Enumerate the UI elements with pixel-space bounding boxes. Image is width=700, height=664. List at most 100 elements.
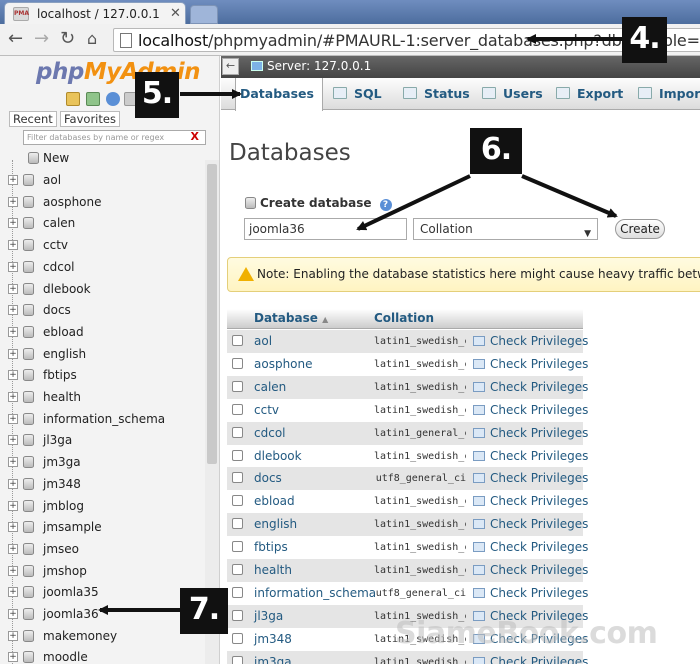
- expand-icon[interactable]: +: [8, 218, 18, 229]
- expand-icon[interactable]: +: [8, 175, 18, 185]
- check-privileges-link[interactable]: Check Privileges: [490, 517, 588, 531]
- tree-item-database[interactable]: + jmshop: [0, 561, 205, 581]
- database-link[interactable]: ebload: [254, 494, 295, 508]
- scrollbar-thumb[interactable]: [207, 164, 217, 464]
- collapse-panel-icon[interactable]: ←: [222, 58, 239, 75]
- privileges-icon[interactable]: [473, 404, 485, 415]
- tree-item-database[interactable]: + jl3ga: [0, 430, 205, 450]
- tab-status[interactable]: Status: [399, 78, 470, 110]
- check-privileges-link[interactable]: Check Privileges: [490, 540, 588, 554]
- reload-icon[interactable]: ↻: [60, 29, 75, 49]
- expand-icon[interactable]: +: [8, 283, 18, 294]
- expand-icon[interactable]: +: [8, 609, 18, 619]
- tab-sql[interactable]: SQL: [329, 78, 382, 110]
- privileges-icon[interactable]: [473, 473, 485, 484]
- expand-icon[interactable]: +: [8, 587, 18, 598]
- row-checkbox[interactable]: [232, 609, 243, 621]
- database-link[interactable]: health: [254, 563, 292, 577]
- expand-icon[interactable]: +: [8, 196, 18, 207]
- privileges-icon[interactable]: [473, 381, 485, 392]
- home-icon[interactable]: [66, 92, 80, 106]
- expand-icon[interactable]: +: [8, 413, 18, 424]
- help-icon[interactable]: ?: [379, 199, 392, 211]
- expand-icon[interactable]: +: [8, 435, 18, 446]
- privileges-icon[interactable]: [473, 336, 485, 346]
- logout-icon[interactable]: [86, 92, 100, 106]
- create-button[interactable]: Create: [615, 219, 665, 239]
- database-link[interactable]: aosphone: [254, 357, 313, 371]
- tree-item-database[interactable]: + moodle: [0, 647, 205, 664]
- tree-item-database[interactable]: + dlebook: [0, 279, 205, 299]
- filter-databases-input[interactable]: Filter databases by name or regex X: [23, 130, 206, 145]
- expand-icon[interactable]: +: [8, 630, 18, 641]
- tree-item-database[interactable]: + english: [0, 344, 205, 364]
- tree-item-database[interactable]: + jm348: [0, 474, 205, 494]
- tree-item-database[interactable]: + jm3ga: [0, 452, 205, 472]
- tree-item-database[interactable]: + information_schema: [0, 409, 205, 429]
- check-privileges-link[interactable]: Check Privileges: [490, 655, 588, 664]
- expand-icon[interactable]: +: [8, 565, 18, 576]
- tree-item-database[interactable]: + jmseo: [0, 539, 205, 559]
- database-link[interactable]: aol: [254, 334, 272, 348]
- expand-icon[interactable]: +: [8, 478, 18, 489]
- database-link[interactable]: cctv: [254, 403, 279, 417]
- tree-item-database[interactable]: + aosphone: [0, 192, 205, 212]
- tree-item-database[interactable]: + docs: [0, 300, 205, 320]
- tree-item-database[interactable]: + joomla36: [0, 604, 205, 624]
- privileges-icon[interactable]: [473, 587, 485, 598]
- new-tab-button[interactable]: [190, 5, 218, 24]
- check-privileges-link[interactable]: Check Privileges: [490, 494, 588, 508]
- tree-item-database[interactable]: + health: [0, 387, 205, 407]
- tree-item-database[interactable]: + aol: [0, 170, 205, 190]
- tree-item-database[interactable]: + ebload: [0, 322, 205, 342]
- check-privileges-link[interactable]: Check Privileges: [490, 334, 588, 348]
- row-checkbox[interactable]: [232, 335, 243, 346]
- tab-export[interactable]: Export: [552, 78, 623, 110]
- expand-icon[interactable]: +: [8, 500, 18, 511]
- expand-icon[interactable]: +: [8, 348, 18, 359]
- privileges-icon[interactable]: [473, 358, 485, 369]
- row-checkbox[interactable]: [232, 564, 243, 575]
- database-link[interactable]: cdcol: [254, 426, 286, 440]
- row-checkbox[interactable]: [232, 495, 243, 507]
- browser-tab[interactable]: PMA localhost / 127.0.0.1 | php ✕: [4, 2, 186, 24]
- tree-item-new[interactable]: New: [0, 148, 205, 168]
- database-link[interactable]: docs: [254, 471, 282, 485]
- tree-item-database[interactable]: + joomla35: [0, 582, 205, 602]
- check-privileges-link[interactable]: Check Privileges: [490, 449, 588, 463]
- row-checkbox[interactable]: [232, 449, 243, 461]
- tab-import[interactable]: Import: [634, 78, 700, 110]
- back-arrow-icon[interactable]: ←: [8, 29, 23, 49]
- close-tab-icon[interactable]: ✕: [170, 6, 181, 21]
- tree-item-database[interactable]: + jmblog: [0, 496, 205, 516]
- expand-icon[interactable]: +: [8, 392, 18, 402]
- check-privileges-link[interactable]: Check Privileges: [490, 357, 588, 371]
- expand-icon[interactable]: +: [8, 261, 18, 272]
- check-privileges-link[interactable]: Check Privileges: [490, 426, 588, 440]
- expand-icon[interactable]: +: [8, 543, 18, 554]
- row-checkbox[interactable]: [232, 632, 243, 644]
- expand-icon[interactable]: +: [8, 305, 18, 316]
- address-bar[interactable]: localhost/phpmyadmin/#PMAURL-1:server_da…: [113, 28, 700, 52]
- database-link[interactable]: information_schema: [254, 586, 376, 600]
- expand-icon[interactable]: +: [8, 240, 18, 251]
- expand-icon[interactable]: +: [8, 370, 18, 381]
- expand-icon[interactable]: +: [8, 652, 18, 663]
- expand-icon[interactable]: +: [8, 457, 18, 468]
- check-privileges-link[interactable]: Check Privileges: [490, 380, 588, 394]
- row-checkbox[interactable]: [232, 380, 243, 392]
- forward-arrow-icon[interactable]: →: [34, 29, 49, 49]
- privileges-icon[interactable]: [473, 496, 485, 507]
- tree-item-database[interactable]: + makemoney: [0, 626, 205, 646]
- recent-button[interactable]: Recent: [9, 111, 57, 127]
- privileges-icon[interactable]: [473, 450, 485, 461]
- database-link[interactable]: jl3ga: [254, 609, 283, 623]
- check-privileges-link[interactable]: Check Privileges: [490, 471, 588, 485]
- tree-item-database[interactable]: + fbtips: [0, 365, 205, 385]
- help-icon[interactable]: [106, 92, 120, 106]
- privileges-icon[interactable]: [473, 427, 485, 438]
- row-checkbox[interactable]: [232, 403, 243, 415]
- row-checkbox[interactable]: [232, 655, 243, 664]
- privileges-icon[interactable]: [473, 542, 485, 553]
- row-checkbox[interactable]: [232, 541, 243, 553]
